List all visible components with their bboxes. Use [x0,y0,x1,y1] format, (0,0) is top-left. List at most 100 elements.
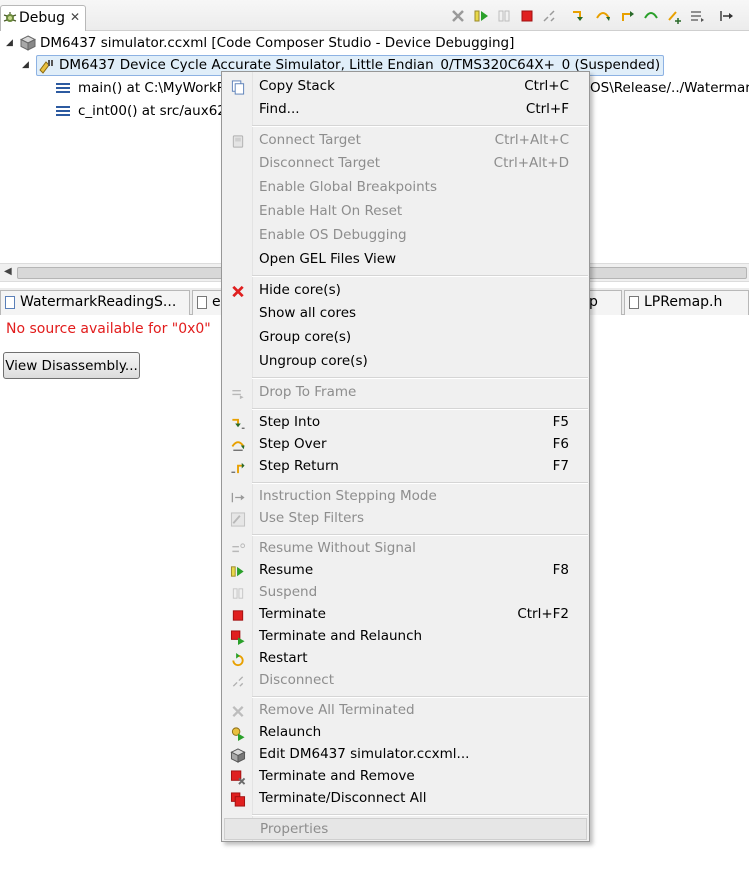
debug-tab-label: Debug [19,10,66,26]
editor-tab-label: WatermarkReadingS... [20,294,177,310]
step-over-icon [231,441,245,451]
menu-item-terminate-disconnect-all[interactable]: Terminate/Disconnect All [224,788,587,810]
stack-frame-icon [56,83,70,93]
menu-item-enable-global-breakpoints[interactable]: Enable Global Breakpoints [224,177,587,199]
menu-item-terminate[interactable]: Terminate Ctrl+F2 [224,604,587,626]
menu-item-label: Relaunch [259,724,322,740]
expanded-arrow-icon[interactable]: ◢ [22,55,29,75]
stack-frame-label: main() at C:\MyWorkR [78,80,227,96]
menu-item-shortcut: Ctrl+F [525,101,569,117]
file-icon [197,296,207,309]
menu-item-label: Terminate/Disconnect All [259,790,427,806]
relaunch-icon [231,727,245,741]
editor-tab-lpremap[interactable]: LPRemap.h [624,290,749,315]
menu-item-disconnect-target[interactable]: Disconnect Target Ctrl+Alt+D [224,153,587,175]
tree-row-label: DM6437 simulator.ccxml [Code Composer St… [40,35,515,51]
menu-item-use-step-filters[interactable]: Use Step Filters [224,508,587,530]
menu-item-label: Resume [259,562,314,578]
menu-item-drop-to-frame[interactable]: Drop To Frame [224,382,587,404]
menu-item-copy-stack[interactable]: Copy Stack Ctrl+C [224,76,587,98]
menu-item-label: Terminate and Remove [259,768,415,784]
step-filters-icon[interactable] [667,8,683,24]
menu-item-label: Disconnect [259,672,334,688]
c-file-icon [5,296,15,309]
menu-item-label: Restart [259,650,308,666]
menu-item-suspend[interactable]: Suspend [224,582,587,604]
drop-to-frame-icon[interactable] [643,8,659,24]
menu-item-label: Step Into [259,414,321,430]
menu-item-ungroup-cores[interactable]: Ungroup core(s) [224,351,587,373]
menu-item-shortcut: F7 [552,458,569,474]
terminate-remove-icon [230,770,246,785]
menu-item-shortcut: Ctrl+C [524,78,569,94]
copy-icon [231,80,245,95]
menu-item-step-return[interactable]: Step Return F7 [224,456,587,478]
menu-separator [252,275,588,277]
drop-to-frame-icon [232,389,244,400]
menu-item-label: Open GEL Files View [259,251,397,267]
menu-separator [252,534,588,536]
menu-item-restart[interactable]: Restart [224,648,587,670]
menu-item-properties[interactable]: Properties [224,818,587,840]
menu-item-show-all-cores[interactable]: Show all cores [224,303,587,325]
menu-item-group-cores[interactable]: Group core(s) [224,327,587,349]
menu-separator [252,814,588,816]
menu-item-label: Show all cores [259,305,357,321]
menu-separator [252,377,588,379]
disconnect-icon[interactable] [541,8,557,24]
step-into-icon[interactable] [571,8,587,24]
menu-item-relaunch[interactable]: Relaunch [224,722,587,744]
menu-item-label: Enable Halt On Reset [259,203,403,219]
menu-item-hide-cores[interactable]: Hide core(s) [224,280,587,302]
menu-separator [252,125,588,127]
remove-terminated-icon[interactable] [450,8,466,24]
menu-item-label: Edit DM6437 simulator.ccxml... [259,746,470,762]
menu-item-terminate-and-remove[interactable]: Terminate and Remove [224,766,587,788]
menu-item-connect-target[interactable]: Connect Target Ctrl+Alt+C [224,130,587,152]
menu-item-find[interactable]: Find... Ctrl+F [224,99,587,121]
instruction-stepping-icon[interactable] [689,8,705,24]
stack-frame-label-tail: OS\Release/../Watermar [590,80,749,96]
terminate-icon[interactable] [519,8,535,24]
editor-tab-label: LPRemap.h [644,294,723,310]
debug-bug-icon [3,12,17,22]
menu-item-label: Disconnect Target [259,155,381,171]
suspend-icon[interactable] [496,8,512,24]
menu-separator [252,482,588,484]
menu-item-resume[interactable]: Resume F8 [224,560,587,582]
menu-item-shortcut: F8 [552,562,569,578]
menu-item-enable-halt-on-reset[interactable]: Enable Halt On Reset [224,201,587,223]
instruction-stepping-icon [231,492,245,503]
resume-icon[interactable] [474,8,490,24]
menu-item-enable-os-debugging[interactable]: Enable OS Debugging [224,225,587,247]
step-over-icon[interactable] [595,8,611,24]
close-icon[interactable]: ✕ [70,10,80,24]
menu-item-label: Copy Stack [259,78,335,94]
view-disassembly-button[interactable]: View Disassembly... [3,352,140,379]
debug-view-header: Debug ✕ [0,0,749,31]
expanded-arrow-icon[interactable]: ◢ [6,33,13,53]
red-x-icon [232,285,244,298]
scroll-left-icon[interactable]: ◀ [4,266,12,277]
menu-item-remove-all-terminated[interactable]: Remove All Terminated [224,700,587,722]
menu-item-open-gel-files-view[interactable]: Open GEL Files View [224,249,587,271]
menu-item-label: Use Step Filters [259,510,365,526]
step-return-icon [231,462,245,474]
menu-item-step-over[interactable]: Step Over F6 [224,434,587,456]
editor-tab-watermark[interactable]: WatermarkReadingS... [0,290,190,315]
step-return-icon[interactable] [619,8,635,24]
menu-item-disconnect[interactable]: Disconnect [224,670,587,692]
menu-item-label: Hide core(s) [259,282,341,298]
step-mode-icon[interactable] [719,8,735,24]
terminate-relaunch-icon [230,630,245,645]
context-menu: Copy Stack Ctrl+C Find... Ctrl+F Connect… [221,71,590,842]
menu-item-edit-config[interactable]: Edit DM6437 simulator.ccxml... [224,744,587,766]
menu-item-instruction-stepping-mode[interactable]: Instruction Stepping Mode [224,486,587,508]
debug-tab[interactable]: Debug ✕ [0,5,86,31]
stack-frame-icon [56,106,70,116]
menu-item-terminate-and-relaunch[interactable]: Terminate and Relaunch [224,626,587,648]
resume-without-signal-icon [232,543,246,553]
menu-item-label: Suspend [259,584,318,600]
menu-item-resume-without-signal[interactable]: Resume Without Signal [224,538,587,560]
menu-item-step-into[interactable]: Step Into F5 [224,412,587,434]
